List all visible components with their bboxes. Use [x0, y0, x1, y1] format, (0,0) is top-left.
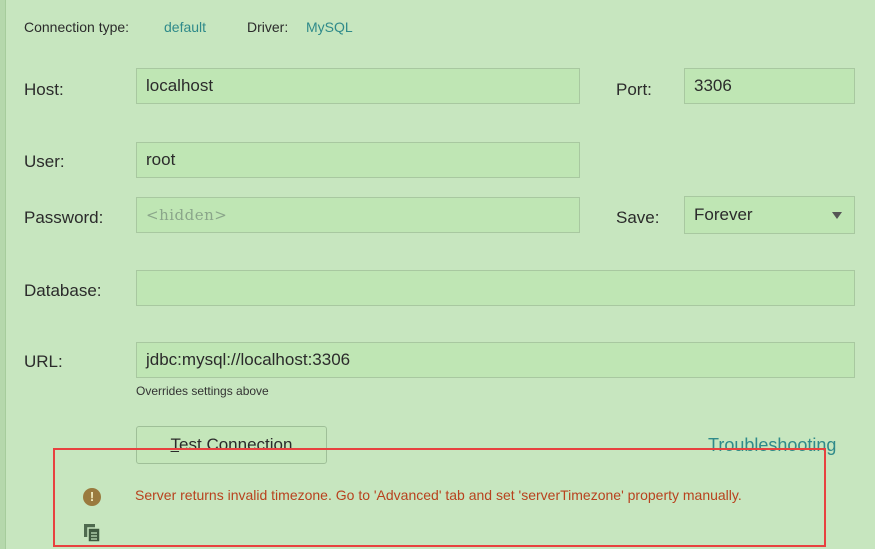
chevron-down-icon[interactable]	[832, 212, 842, 219]
url-input[interactable]: jdbc:mysql://localhost:3306	[136, 342, 855, 378]
user-label: User:	[24, 152, 65, 171]
save-dropdown[interactable]: Forever	[684, 196, 855, 234]
error-message: Server returns invalid timezone. Go to '…	[135, 487, 742, 503]
database-input[interactable]	[136, 270, 855, 306]
port-input[interactable]: 3306	[684, 68, 855, 104]
host-label: Host:	[24, 80, 64, 99]
save-label: Save:	[616, 208, 660, 227]
driver-label: Driver:	[247, 19, 289, 35]
connection-settings-panel: Connection type: default Driver: MySQL H…	[0, 0, 875, 549]
connection-type-link[interactable]: default	[164, 19, 206, 35]
url-label: URL:	[24, 352, 63, 371]
url-hint: Overrides settings above	[136, 384, 269, 398]
copy-icon[interactable]	[83, 523, 101, 543]
host-input[interactable]: localhost	[136, 68, 580, 104]
driver-link[interactable]: MySQL	[306, 19, 353, 35]
password-label: Password:	[24, 208, 104, 227]
connection-type-label: Connection type:	[24, 19, 130, 35]
password-input[interactable]: <hidden>	[136, 197, 580, 233]
save-dropdown-value: Forever	[694, 205, 753, 224]
database-label: Database:	[24, 281, 102, 300]
warning-icon: !	[83, 488, 101, 506]
left-border	[0, 0, 6, 549]
user-input[interactable]: root	[136, 142, 580, 178]
port-label: Port:	[616, 80, 652, 99]
